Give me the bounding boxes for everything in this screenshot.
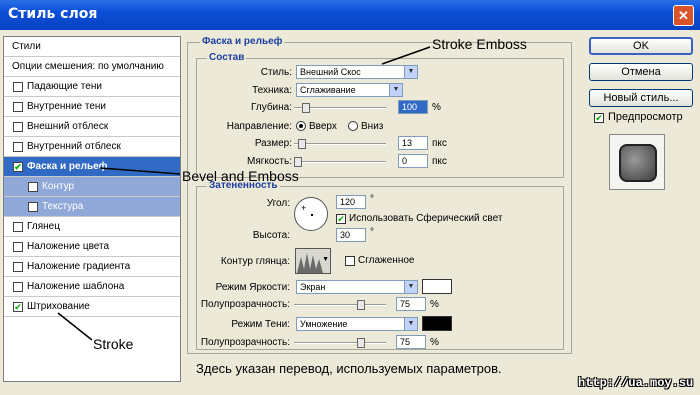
watermark-url: http://ua.moy.su [578, 376, 694, 390]
annotation-bevel-emboss: Bevel and Emboss [182, 168, 299, 184]
annotation-stroke-emboss: Stroke Emboss [432, 36, 527, 52]
translation-note: Здесь указан перевод, используемых парам… [196, 361, 502, 376]
annotation-stroke: Stroke [93, 336, 134, 352]
